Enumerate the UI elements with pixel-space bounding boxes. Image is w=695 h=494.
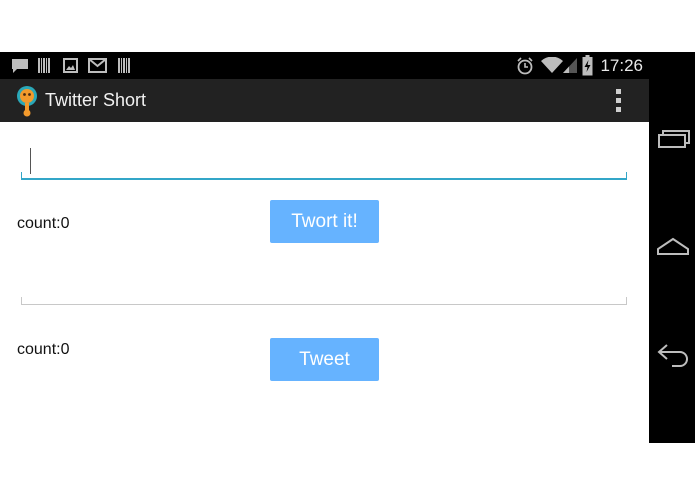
twort-input-underline <box>21 172 627 180</box>
overflow-menu-icon[interactable] <box>613 89 623 113</box>
device-screen: 17:26 Twitter Short count:0 Twort it! co… <box>0 52 695 443</box>
tweet-count-label: count:0 <box>17 341 70 358</box>
home-icon[interactable] <box>656 232 690 262</box>
wifi-icon <box>541 57 563 73</box>
chat-notification-icon <box>12 59 28 73</box>
navigation-bar <box>649 52 695 443</box>
text-cursor <box>30 148 31 174</box>
signal-icon <box>563 58 577 73</box>
app-title: Twitter Short <box>45 90 147 110</box>
action-bar: Twitter Short <box>0 79 649 123</box>
image-icon <box>63 58 78 73</box>
app-logo-icon[interactable] <box>14 85 40 117</box>
twort-it-button[interactable]: Twort it! <box>270 200 379 243</box>
recent-apps-icon[interactable] <box>656 126 690 156</box>
status-bar: 17:26 <box>0 52 649 79</box>
battery-charging-icon <box>582 55 593 76</box>
tweet-input-underline <box>21 297 627 305</box>
barcode-icon <box>38 58 50 73</box>
twort-count-label: count:0 <box>17 215 70 232</box>
back-icon[interactable] <box>656 338 690 368</box>
clock: 17:26 <box>600 56 643 75</box>
tweet-button[interactable]: Tweet <box>270 338 379 381</box>
main-content: count:0 Twort it! count:0 Tweet <box>0 122 649 443</box>
alarm-icon <box>517 57 533 75</box>
barcode-icon <box>118 58 130 73</box>
gmail-icon <box>88 58 107 73</box>
